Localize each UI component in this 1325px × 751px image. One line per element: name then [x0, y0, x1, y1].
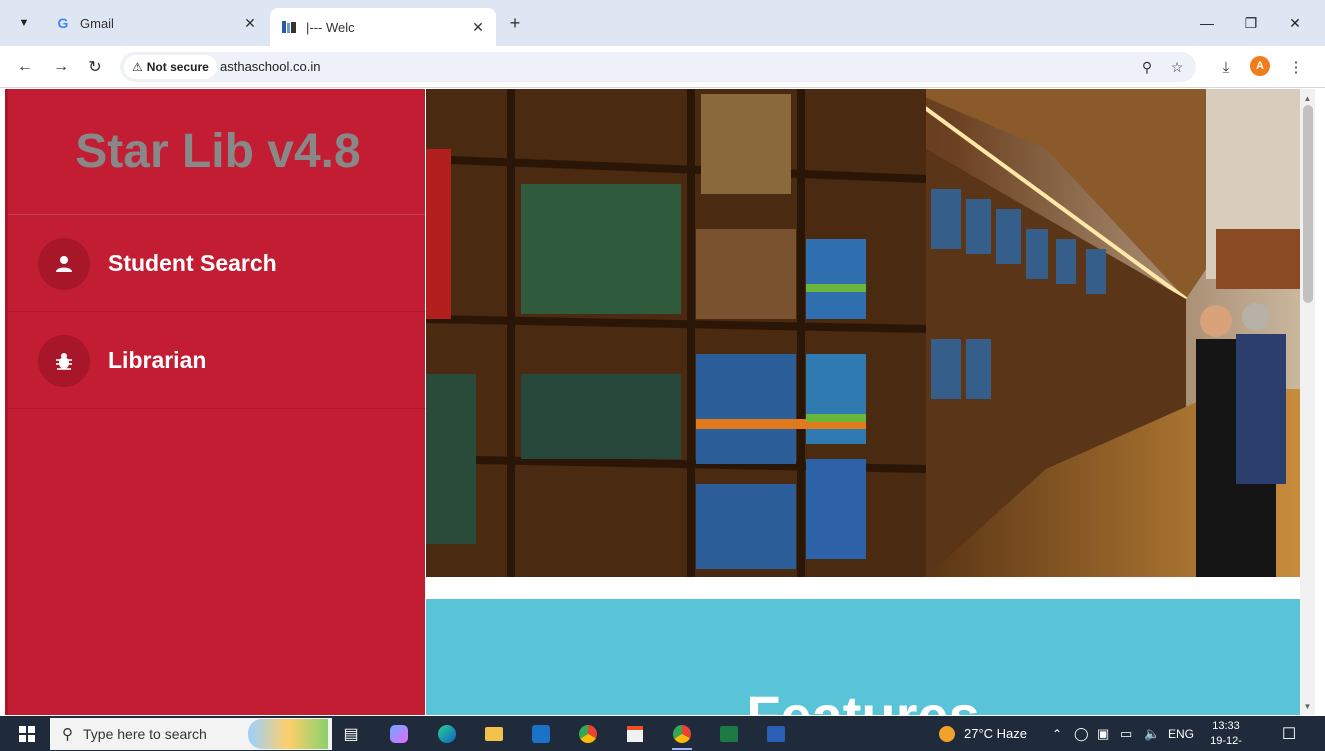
taskbar-search-box[interactable]: ⚲ Type here to search: [50, 718, 332, 750]
tab-title: Gmail: [80, 15, 114, 31]
network-icon[interactable]: ▭: [1120, 716, 1132, 751]
weather-text[interactable]: 27°C Haze: [964, 716, 1027, 751]
new-tab-button[interactable]: +: [504, 12, 526, 34]
web-page: Star Lib v4.8 Student Search Librarian ▲…: [0, 89, 1325, 715]
zoom-icon[interactable]: ⚲: [1136, 56, 1158, 78]
clock[interactable]: 13:33 19-12-2024: [1200, 719, 1252, 751]
search-highlight-image: [248, 719, 328, 749]
nav-item-student-search[interactable]: Student Search: [8, 216, 428, 312]
copilot-icon[interactable]: [382, 719, 416, 749]
profile-avatar[interactable]: A: [1250, 56, 1270, 76]
library-hero-image: [426, 89, 1300, 577]
address-bar[interactable]: ⚠ Not secure asthaschool.co.in ⚲ ☆: [120, 52, 1196, 82]
excel-icon[interactable]: [712, 719, 746, 749]
weather-icon[interactable]: [930, 719, 964, 749]
clock-date: 19-12-2024: [1210, 735, 1242, 751]
nav-item-label: Librarian: [108, 347, 207, 373]
back-arrow-icon[interactable]: ←: [12, 54, 38, 80]
scroll-up-arrow-icon[interactable]: ▲: [1300, 91, 1315, 105]
tab-welcome[interactable]: |--- Welc ✕: [270, 8, 496, 46]
download-icon[interactable]: ⤓: [1214, 56, 1238, 78]
site-info-chip[interactable]: ⚠ Not secure: [124, 55, 217, 79]
volume-icon[interactable]: 🔈: [1144, 716, 1160, 751]
clock-time: 13:33: [1212, 720, 1240, 732]
brand-title: Star Lib v4.8: [8, 89, 428, 215]
nav-item-label: Student Search: [108, 250, 277, 276]
windows-start-icon[interactable]: [10, 719, 44, 749]
taskbar-search-placeholder: Type here to search: [83, 726, 207, 742]
tray-chevron-icon[interactable]: ⌃: [1052, 716, 1062, 751]
file-explorer-icon[interactable]: [477, 719, 511, 749]
windows-taskbar: ⚲ Type here to search ▤ 27°C Haze ⌃ ◯ ▣ …: [0, 716, 1325, 751]
url-text[interactable]: asthaschool.co.in: [220, 59, 320, 74]
bug-icon: [38, 334, 90, 387]
scrollbar-thumb[interactable]: [1303, 105, 1313, 303]
edge-icon[interactable]: [430, 719, 464, 749]
browser-tab-strip: ▼ G Gmail ✕ |--- Welc ✕ + — ❐ ✕: [0, 0, 1325, 46]
book-icon: [280, 18, 298, 36]
outlook-icon[interactable]: [524, 719, 558, 749]
nav-item-librarian[interactable]: Librarian: [8, 313, 428, 409]
close-tab-icon[interactable]: ✕: [240, 13, 260, 33]
task-view-icon[interactable]: ▤: [334, 719, 368, 749]
store-icon[interactable]: [618, 719, 652, 749]
google-g-icon: G: [57, 15, 69, 31]
tray-icon-1[interactable]: ◯: [1074, 716, 1089, 751]
user-icon: [38, 237, 90, 290]
word-icon[interactable]: [759, 719, 793, 749]
chrome-icon[interactable]: [571, 719, 605, 749]
chrome-icon-active[interactable]: [665, 719, 699, 749]
scroll-down-arrow-icon[interactable]: ▼: [1300, 699, 1315, 713]
sidebar: Star Lib v4.8 Student Search Librarian: [5, 89, 428, 715]
warning-icon: ⚠: [132, 60, 143, 74]
active-app-indicator: [672, 748, 692, 750]
tab-search-chevron-icon[interactable]: ▼: [12, 11, 36, 35]
close-window-icon[interactable]: ✕: [1280, 10, 1310, 36]
screen: ▼ G Gmail ✕ |--- Welc ✕ + — ❐ ✕ ← → ↻ ⚠ …: [0, 0, 1325, 751]
tab-gmail[interactable]: G Gmail ✕: [44, 8, 268, 38]
close-tab-icon[interactable]: ✕: [468, 17, 488, 37]
minimize-icon[interactable]: —: [1192, 10, 1222, 36]
page-scrollbar[interactable]: ▲ ▼: [1300, 89, 1315, 715]
bookmark-star-icon[interactable]: ☆: [1166, 56, 1188, 78]
tab-title: |--- Welc: [306, 19, 355, 35]
search-icon: ⚲: [62, 726, 73, 743]
reload-icon[interactable]: ↻: [82, 54, 108, 80]
forward-arrow-icon[interactable]: →: [48, 54, 74, 80]
notifications-icon[interactable]: ☐: [1272, 719, 1306, 749]
browser-toolbar: ← → ↻ ⚠ Not secure asthaschool.co.in ⚲ ☆…: [0, 46, 1325, 88]
features-heading: Features: [426, 683, 1300, 715]
kebab-menu-icon[interactable]: ⋮: [1284, 56, 1308, 78]
language-indicator[interactable]: ENG: [1168, 716, 1194, 751]
security-label: Not secure: [146, 60, 209, 74]
tray-icon-2[interactable]: ▣: [1097, 716, 1109, 751]
features-section: Features: [426, 599, 1300, 715]
restore-icon[interactable]: ❐: [1236, 10, 1266, 36]
